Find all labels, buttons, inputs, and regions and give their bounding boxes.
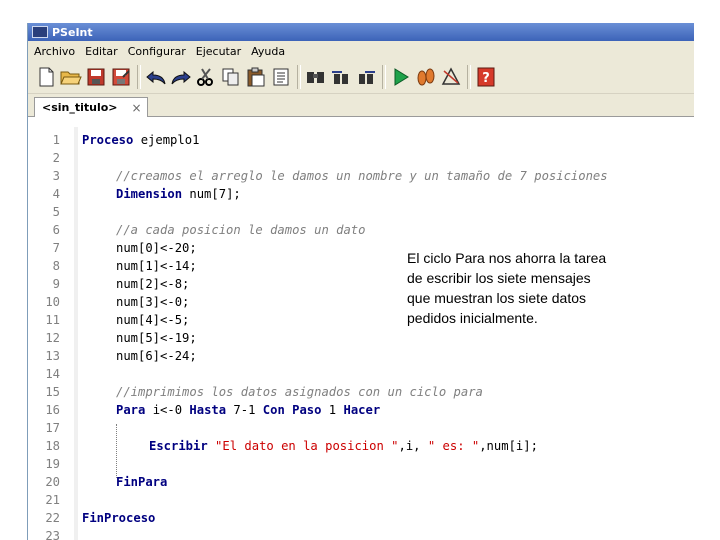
code-line: 21 <box>45 493 60 507</box>
menu-bar: Archivo Editar Configurar Ejecutar Ayuda <box>28 41 694 61</box>
tab-strip: <sin_titulo> × <box>28 94 694 117</box>
toolbar-separator <box>137 65 141 89</box>
undo-icon[interactable] <box>144 65 168 89</box>
save-icon[interactable] <box>84 65 108 89</box>
open-icon[interactable] <box>59 65 83 89</box>
code-line: 17 <box>45 421 60 435</box>
code-line: 3//creamos el arreglo le damos un nombre… <box>52 169 608 183</box>
title-bar: PSeInt <box>28 23 694 41</box>
close-icon[interactable]: × <box>132 101 142 115</box>
indent-icon[interactable] <box>269 65 293 89</box>
menu-ayuda[interactable]: Ayuda <box>247 45 291 58</box>
window-title: PSeInt <box>52 25 93 39</box>
help-icon[interactable]: ? <box>474 65 498 89</box>
app-icon <box>32 26 48 38</box>
paste-icon[interactable] <box>244 65 268 89</box>
code-line: 13 num[6]<-24; <box>45 349 197 363</box>
toolbar: ? <box>28 61 694 94</box>
code-line: 15//imprimimos los datos asignados con u… <box>45 385 483 399</box>
redo-icon[interactable] <box>169 65 193 89</box>
new-icon[interactable] <box>34 65 58 89</box>
code-line: 14 <box>45 367 60 381</box>
code-line: 1 Proceso ejemplo1 <box>52 133 200 147</box>
step-icon[interactable] <box>414 65 438 89</box>
code-line: 18 Escribir "El dato en la posicion ",i, … <box>45 439 538 453</box>
code-line: 5 <box>52 205 60 219</box>
find-previous-icon[interactable] <box>329 65 353 89</box>
find-icon[interactable] <box>304 65 328 89</box>
tab-sin-titulo[interactable]: <sin_titulo> × <box>34 97 148 117</box>
code-line: 6//a cada posicion le damos un dato <box>52 223 366 237</box>
toolbar-separator <box>297 65 301 89</box>
code-line: 23 <box>45 529 60 540</box>
copy-icon[interactable] <box>219 65 243 89</box>
code-line: 20 FinPara <box>45 475 168 489</box>
code-line: 16 Para i<-0 Hasta 7-1 Con Paso 1 Hacer <box>45 403 381 417</box>
code-line: 19 <box>45 457 60 471</box>
tab-label: <sin_titulo> <box>42 101 118 114</box>
toolbar-separator <box>467 65 471 89</box>
code-line: 4 Dimension num[7]; <box>52 187 241 201</box>
save-as-icon[interactable] <box>109 65 133 89</box>
code-editor[interactable]: 1 Proceso ejemplo1 2 3//creamos el arregl… <box>28 127 694 540</box>
menu-editar[interactable]: Editar <box>81 45 124 58</box>
code-line: 2 <box>52 151 60 165</box>
menu-archivo[interactable]: Archivo <box>30 45 81 58</box>
block-guide <box>116 424 118 478</box>
find-next-icon[interactable] <box>354 65 378 89</box>
svg-text:?: ? <box>482 71 490 86</box>
menu-configurar[interactable]: Configurar <box>124 45 192 58</box>
code-line: 12 num[5]<-19; <box>45 331 197 345</box>
cut-icon[interactable] <box>194 65 218 89</box>
annotation-note: El ciclo Para nos ahorra la tarea de esc… <box>407 250 607 326</box>
menu-ejecutar[interactable]: Ejecutar <box>192 45 247 58</box>
toolbar-separator <box>382 65 386 89</box>
diagram-icon[interactable] <box>439 65 463 89</box>
code-line: 22 FinProceso <box>45 511 156 525</box>
run-icon[interactable] <box>389 65 413 89</box>
